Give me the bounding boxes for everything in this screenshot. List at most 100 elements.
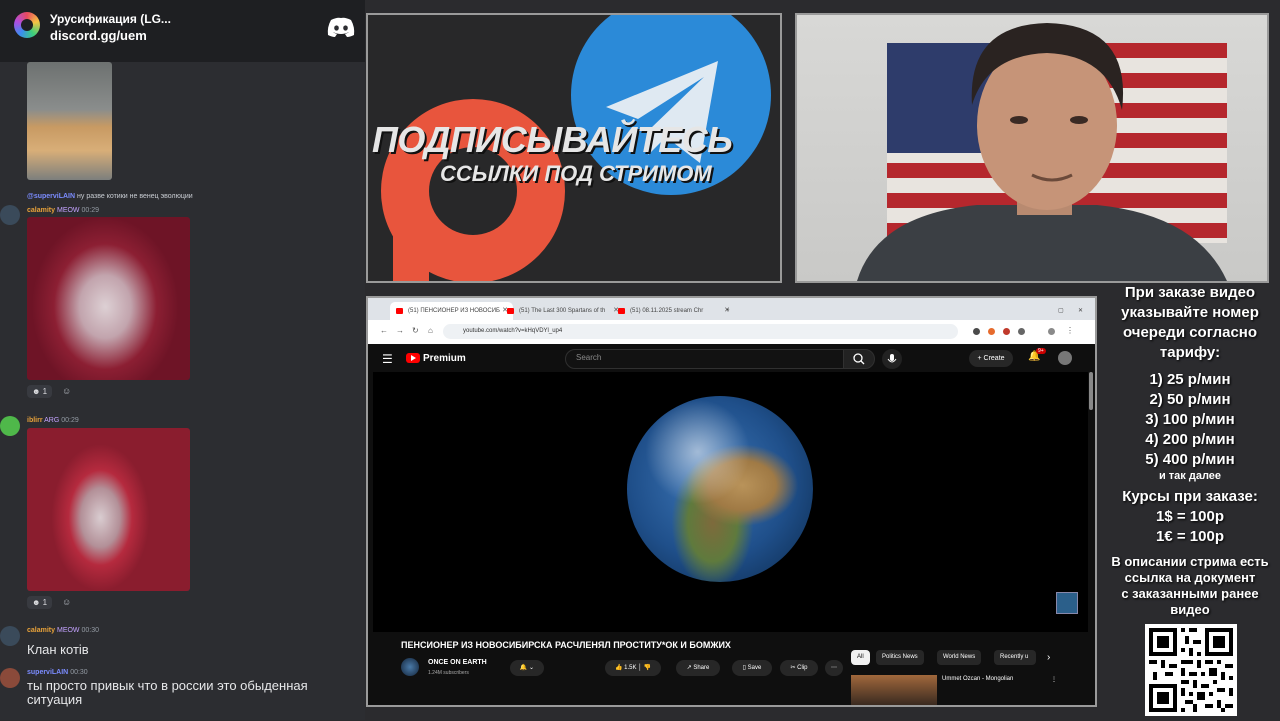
hamburger-menu-icon[interactable]: ☰ (382, 352, 393, 366)
earth-globe-image (627, 396, 813, 582)
tariff-etc: и так далее (1158, 470, 1222, 482)
chip-world-news[interactable]: World News (937, 650, 982, 665)
related-video-thumbnail[interactable] (851, 675, 937, 705)
chips-next-icon[interactable]: › (1041, 650, 1056, 665)
share-button[interactable]: ↗ Share (676, 660, 720, 676)
role-tag: ARG (44, 417, 60, 424)
chip-all[interactable]: All (851, 650, 870, 665)
thumbs-down-icon: │ 👎 (638, 665, 652, 671)
menu-kebab-icon[interactable]: ⋮ (1066, 326, 1074, 335)
avatar (0, 205, 20, 225)
reply-username: @superviLAIN (27, 193, 76, 200)
tariff-item: 3) 100 р/мин (1145, 411, 1235, 428)
channel-avatar[interactable] (401, 658, 419, 676)
message-username: calamity (27, 627, 56, 634)
reply-text: ну разве котики не венец эволюции (77, 193, 193, 200)
promo-subtitle: ССЫЛКИ ПОД СТРИМОМ (440, 161, 712, 186)
message-username: calamity (27, 207, 56, 214)
profile-icon[interactable] (1048, 328, 1055, 335)
search-button[interactable] (843, 349, 875, 369)
home-icon[interactable]: ⌂ (428, 326, 433, 335)
reaction[interactable]: ☻ 1 (27, 596, 53, 609)
search-icon (853, 353, 865, 365)
note-line: В описании стрима есть (1111, 554, 1269, 569)
message-time: 00:30 (70, 669, 88, 676)
role-tag: MEOW (56, 207, 80, 214)
subscribe-bell-button[interactable]: 🔔 ⌄ (510, 660, 544, 676)
channel-watermark[interactable] (1056, 592, 1078, 614)
tab-title: (51) ПЕНСИОНЕР ИЗ НОВОСИБ (408, 308, 500, 314)
like-count: 1.5K (624, 665, 637, 671)
save-button[interactable]: ▯ Save (732, 660, 772, 676)
cat-gif-3 (27, 428, 190, 591)
intro-line: тарифу: (1159, 344, 1221, 361)
add-reaction-icon[interactable]: ☺ (62, 597, 71, 607)
webcam-feed (795, 13, 1269, 283)
youtube-brand[interactable]: Premium (423, 353, 466, 364)
tariff-item: 5) 400 р/мин (1145, 451, 1235, 468)
reaction-count: 1 (42, 387, 48, 396)
intro-line: указывайте номер (1121, 304, 1259, 321)
message-username: superviLAIN (27, 669, 69, 676)
reload-icon[interactable]: ↻ (412, 326, 419, 335)
url-field[interactable]: youtube.com/watch?v=kHqVDYl_up4 (443, 324, 958, 339)
window-controls-icon[interactable]: ▢ (1058, 302, 1068, 320)
discord-server-header: Урусификация (LG... discord.gg/uem (0, 0, 365, 62)
back-icon[interactable]: ← (380, 326, 388, 335)
tariff-item: 4) 200 р/мин (1145, 431, 1235, 448)
promo-title: ПОДПИСЫВАЙТЕСЬ (372, 119, 733, 160)
like-button[interactable]: 👍 1.5K │ 👎 (605, 660, 661, 676)
youtube-favicon-icon (396, 308, 403, 314)
extension-icon[interactable] (1018, 328, 1025, 335)
youtube-logo-icon[interactable] (406, 353, 420, 363)
chip-politics-news[interactable]: Politics News (876, 650, 924, 665)
discord-logo-icon (327, 17, 355, 37)
add-reaction-icon[interactable]: ☺ (62, 386, 71, 396)
share-label: Share (693, 665, 710, 671)
note-line: ссылка на документ (1124, 570, 1256, 585)
clip-button[interactable]: ✂ Clip (780, 660, 818, 676)
related-video-title[interactable]: Ummet Ozcan - Mongolian (942, 676, 1013, 682)
webcam-scene (857, 23, 1227, 281)
reaction[interactable]: ☻ 1 (27, 385, 53, 398)
related-video-menu-icon[interactable]: ⋮ (1051, 676, 1057, 683)
browser-window: (51) ПЕНСИОНЕР ИЗ НОВОСИБ ✕ (51) The Las… (366, 296, 1097, 707)
extension-icon[interactable] (1003, 328, 1010, 335)
save-label: Save (747, 665, 762, 671)
cat-gif-2 (27, 217, 190, 380)
extension-icon[interactable] (973, 328, 980, 335)
search-input[interactable]: Search (565, 349, 844, 369)
message-text: Клан котів (27, 642, 89, 657)
tab-title: (51) 08.11.2025 stream Chr (630, 308, 704, 314)
intro-line: При заказе видео (1124, 284, 1256, 301)
scrollbar[interactable] (1089, 372, 1093, 410)
server-icon (14, 12, 40, 38)
create-label: Create (983, 355, 1005, 362)
subscriber-count: 1.24M subscribers (428, 670, 469, 676)
close-window-icon[interactable]: ✕ (1078, 302, 1088, 320)
tariff-item: 2) 50 р/мин (1149, 391, 1231, 408)
more-actions-icon[interactable]: ⋯ (825, 660, 843, 676)
rate-item: 1€ = 100р (1156, 528, 1224, 545)
message-header: calamity MEOW 00:29 (27, 207, 99, 214)
create-button[interactable]: + Create (969, 350, 1013, 367)
video-title: ПЕНСИОНЕР ИЗ НОВОСИБИРСКА РАСЧЛЕНЯЛ ПРОС… (401, 640, 731, 650)
cat-gif-1 (27, 62, 112, 180)
forward-icon[interactable]: → (396, 326, 404, 335)
channel-name[interactable]: ONCE ON EARTH (428, 659, 487, 666)
qr-code[interactable] (1145, 624, 1237, 716)
intro-line: очереди согласно (1122, 324, 1258, 341)
address-bar: ← → ↻ ⌂ youtube.com/watch?v=kHqVDYl_up4 … (368, 320, 1095, 344)
chip-recently-uploaded[interactable]: Recently u (994, 650, 1036, 665)
extension-icon[interactable] (988, 328, 995, 335)
browser-tab[interactable]: (51) 08.11.2025 stream Chr ✕ (612, 302, 735, 320)
video-player[interactable] (373, 372, 1088, 632)
browser-tab[interactable]: (51) ПЕНСИОНЕР ИЗ НОВОСИБ ✕ (390, 302, 513, 320)
account-avatar[interactable] (1058, 351, 1072, 365)
browser-tab[interactable]: (51) The Last 300 Spartans of th ✕ (501, 302, 624, 320)
mic-icon[interactable] (882, 349, 902, 369)
note-line: видео (1170, 602, 1210, 617)
note-line: с заказанными ранее (1121, 586, 1259, 601)
tab-title: (51) The Last 300 Spartans of th (519, 308, 606, 314)
new-tab-icon[interactable]: + (726, 302, 736, 320)
